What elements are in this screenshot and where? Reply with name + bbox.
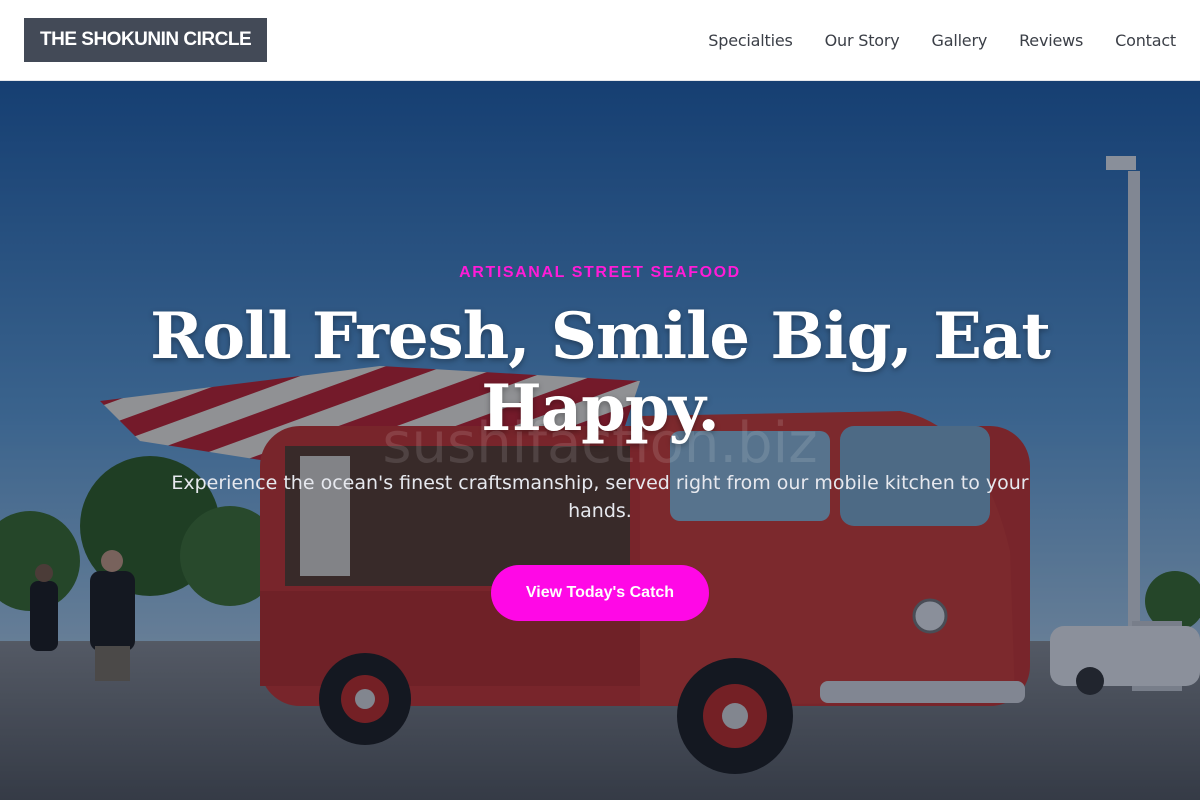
hero-content: sushifaction.biz ARTISANAL STREET SEAFOO…	[0, 81, 1200, 800]
nav-link-our-story[interactable]: Our Story	[825, 31, 900, 50]
nav-link-contact[interactable]: Contact	[1115, 31, 1176, 50]
nav-link-gallery[interactable]: Gallery	[932, 31, 988, 50]
view-catch-button[interactable]: View Today's Catch	[491, 565, 709, 621]
main-nav: Specialties Our Story Gallery Reviews Co…	[708, 31, 1176, 50]
site-header: THE SHOKUNIN CIRCLE Specialties Our Stor…	[0, 0, 1200, 81]
hero-subtitle: Experience the ocean's finest craftsmans…	[171, 472, 1029, 522]
watermark-text: sushifaction.biz	[382, 411, 818, 476]
nav-link-reviews[interactable]: Reviews	[1019, 31, 1083, 50]
hero-section: sushifaction.biz ARTISANAL STREET SEAFOO…	[0, 81, 1200, 800]
hero-eyebrow: ARTISANAL STREET SEAFOOD	[459, 264, 741, 281]
site-logo[interactable]: THE SHOKUNIN CIRCLE	[24, 18, 268, 62]
nav-link-specialties[interactable]: Specialties	[708, 31, 793, 50]
